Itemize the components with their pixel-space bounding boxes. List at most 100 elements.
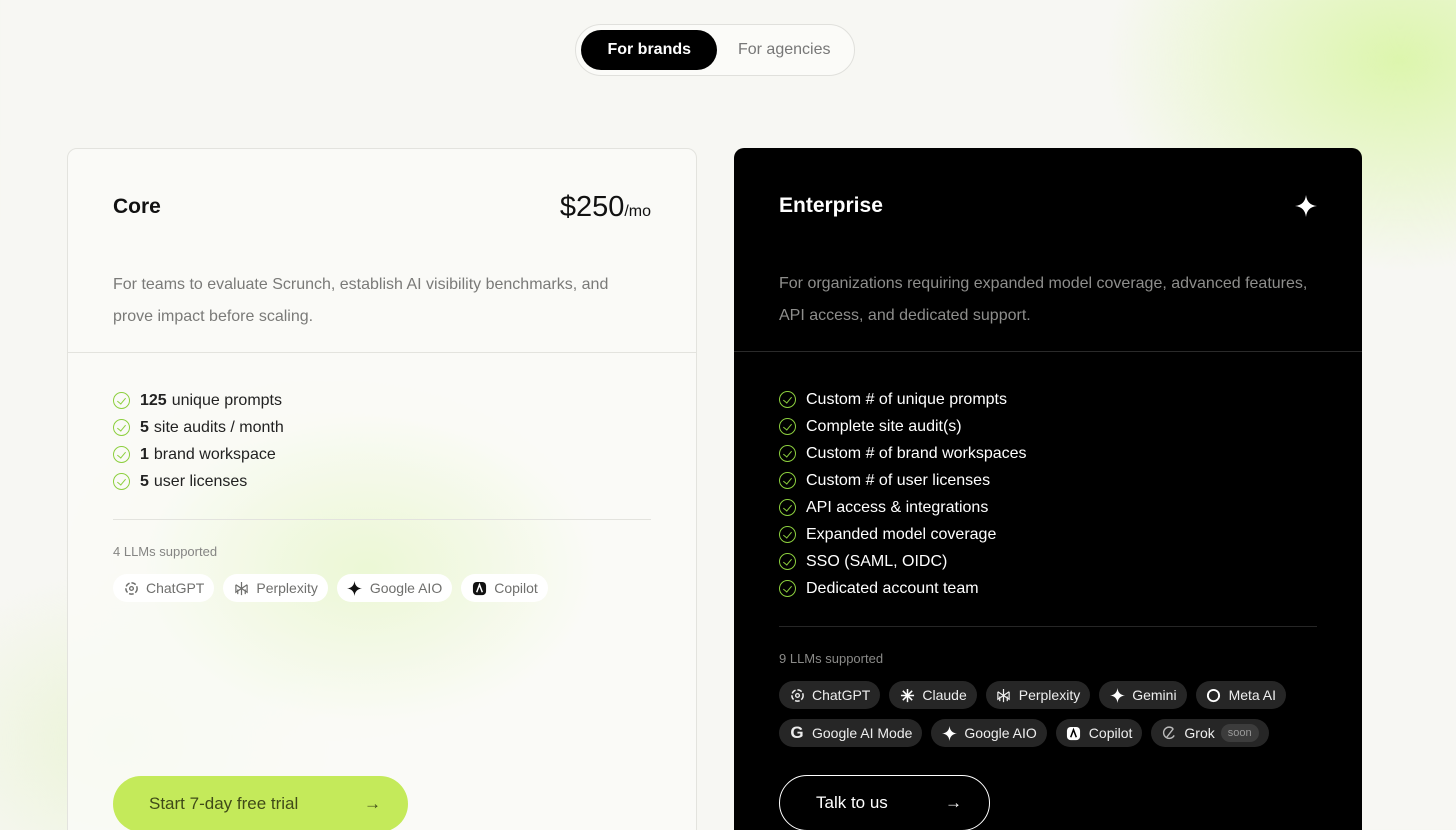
check-circle-icon [779, 445, 796, 462]
enterprise-description: For organizations requiring expanded mod… [779, 275, 1308, 324]
feature-text: Complete site audit(s) [806, 417, 962, 435]
divider [68, 352, 696, 353]
button-label: Start 7-day free trial [149, 794, 299, 813]
core-header: Core $250/mo [113, 187, 651, 227]
core-plan-name: Core [113, 195, 161, 218]
sparkle-icon [1295, 195, 1317, 217]
feature-item: Complete site audit(s) [779, 413, 1027, 440]
feature-text: Custom # of brand workspaces [806, 444, 1027, 462]
llm-chip-meta-ai: Meta AI [1195, 681, 1287, 709]
toggle-for-brands[interactable]: For brands [581, 30, 718, 70]
divider [113, 519, 651, 520]
core-description: For teams to evaluate Scrunch, establish… [113, 276, 609, 325]
feature-item: Custom # of user licenses [779, 467, 1027, 494]
feature-text: SSO (SAML, OIDC) [806, 552, 948, 570]
llm-name: Meta AI [1228, 687, 1277, 703]
llm-name: Google AIO [369, 580, 443, 596]
google-icon: G [790, 723, 804, 742]
check-circle-icon [113, 419, 130, 436]
enterprise-feature-list: Custom # of unique prompts Complete site… [779, 386, 1027, 602]
llm-chip-grok: Grok soon [1151, 719, 1269, 747]
check-circle-icon [779, 580, 796, 597]
llm-chip-google-aio: Google AIO [336, 574, 453, 602]
enterprise-plan-card: Enterprise For organizations requiring e… [734, 148, 1362, 830]
enterprise-header: Enterprise [779, 186, 1317, 226]
llm-name: Copilot [1088, 725, 1133, 741]
feature-text: brand workspace [153, 445, 276, 463]
llm-name: ChatGPT [812, 687, 871, 703]
llm-chip-copilot: Copilot [1055, 719, 1143, 747]
llm-chip-gemini: Gemini [1099, 681, 1187, 709]
feature-count: 1 [140, 445, 149, 463]
check-circle-icon [779, 526, 796, 543]
llm-chip-chatgpt: ChatGPT [779, 681, 881, 709]
chatgpt-icon [789, 687, 805, 703]
feature-count: 5 [140, 418, 149, 436]
core-price-amount: $250 [559, 190, 625, 223]
feature-text: user licenses [153, 472, 248, 490]
feature-text: site audits / month [153, 418, 284, 436]
llm-name: ChatGPT [146, 580, 205, 596]
llm-name: Google AIO [964, 725, 1037, 741]
check-circle-icon [113, 392, 130, 409]
feature-item: API access & integrations [779, 494, 1027, 521]
feature-item: 1 brand workspace [113, 441, 284, 468]
llm-name: Perplexity [1018, 687, 1081, 703]
chatgpt-icon [123, 580, 139, 596]
check-circle-icon [113, 446, 130, 463]
feature-count: 5 [140, 472, 149, 490]
core-plan-card: Core $250/mo For teams to evaluate Scrun… [67, 148, 697, 830]
perplexity-icon [233, 580, 249, 596]
check-circle-icon [779, 418, 796, 435]
core-price: $250/mo [560, 191, 651, 224]
divider [779, 626, 1317, 627]
grok-icon [1161, 725, 1177, 741]
sparkle-icon [941, 725, 957, 741]
check-circle-icon [113, 473, 130, 490]
feature-item: Expanded model coverage [779, 521, 1027, 548]
feature-text: Custom # of user licenses [806, 471, 991, 489]
llm-chip-copilot: Copilot [461, 574, 548, 602]
llm-chip-claude: Claude [889, 681, 977, 709]
llm-chip-perplexity: Perplexity [223, 574, 328, 602]
feature-item: Custom # of brand workspaces [779, 440, 1027, 467]
sparkle-icon [347, 580, 363, 596]
llm-chip-perplexity: Perplexity [985, 681, 1091, 709]
enterprise-plan-name: Enterprise [779, 194, 883, 217]
core-llm-count: 4 LLMs supported [113, 544, 218, 559]
feature-item: 125 unique prompts [113, 387, 284, 414]
check-circle-icon [779, 499, 796, 516]
feature-text: Custom # of unique prompts [806, 390, 1007, 408]
arrow-right-icon: → [945, 793, 962, 812]
check-circle-icon [779, 553, 796, 570]
feature-item: Dedicated account team [779, 575, 1027, 602]
soon-badge: soon [1220, 724, 1259, 742]
llm-name: Perplexity [256, 580, 318, 596]
sparkle-icon [1109, 687, 1125, 703]
feature-text: API access & integrations [806, 498, 989, 516]
feature-text: Expanded model coverage [806, 525, 997, 543]
feature-count: 125 [140, 391, 167, 409]
copilot-icon [471, 580, 487, 596]
claude-icon [899, 687, 915, 703]
llm-chip-google-ai-mode: G Google AI Mode [779, 719, 923, 747]
llm-name: Copilot [494, 580, 538, 596]
llm-name: Grok [1184, 725, 1215, 741]
feature-text: Dedicated account team [806, 579, 979, 597]
llm-name: Claude [922, 687, 967, 703]
core-llm-chips: ChatGPT Perplexity Google AIO Copilot [113, 574, 666, 602]
llm-name: Google AI Mode [812, 725, 913, 741]
core-feature-list: 125 unique prompts 5 site audits / month 1… [113, 387, 284, 495]
arrow-right-icon: → [364, 794, 381, 813]
toggle-for-agencies[interactable]: For agencies [719, 30, 849, 70]
perplexity-icon [996, 687, 1012, 703]
start-free-trial-button[interactable]: Start 7-day free trial → [113, 776, 408, 830]
feature-item: 5 user licenses [113, 468, 284, 495]
feature-text: unique prompts [171, 391, 282, 409]
feature-item: SSO (SAML, OIDC) [779, 548, 1027, 575]
core-price-period: /mo [624, 202, 651, 220]
llm-name: Gemini [1132, 687, 1177, 703]
meta-ai-icon [1206, 687, 1222, 703]
feature-item: 5 site audits / month [113, 414, 284, 441]
talk-to-us-button[interactable]: Talk to us → [779, 775, 990, 830]
